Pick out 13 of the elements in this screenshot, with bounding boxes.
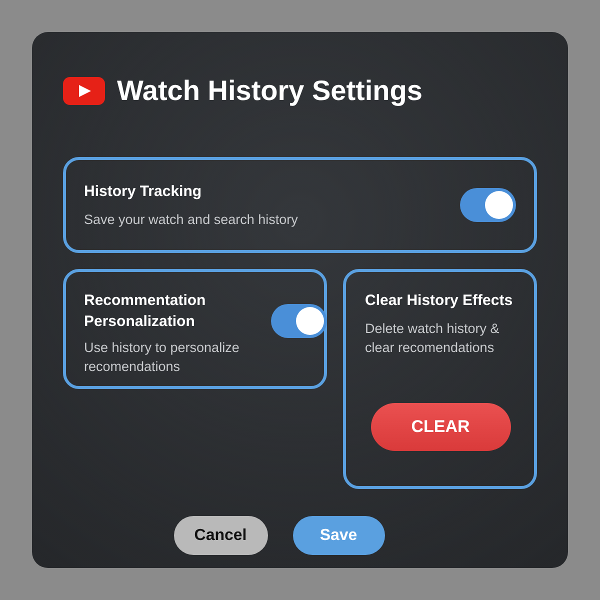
toggle-switch[interactable] (271, 304, 327, 338)
toggle-switch[interactable] (460, 188, 516, 222)
setting-title: History Tracking (84, 182, 203, 202)
card-title: Clear History Effects (365, 291, 514, 311)
card-description: Delete watch history & clear recomendations (365, 320, 500, 357)
setting-description: Save your watch and search history (84, 211, 298, 229)
clear-button[interactable]: CLEAR (370, 403, 510, 451)
play-logo-icon (63, 77, 105, 105)
cancel-button[interactable]: Cancel (174, 516, 268, 555)
setting-title: Recommentation Personalization (84, 291, 207, 332)
dialog-title: Watch History Settings (117, 75, 422, 107)
save-button[interactable]: Save (292, 516, 384, 555)
setting-description: Use history to personalize recomendations (84, 339, 240, 376)
